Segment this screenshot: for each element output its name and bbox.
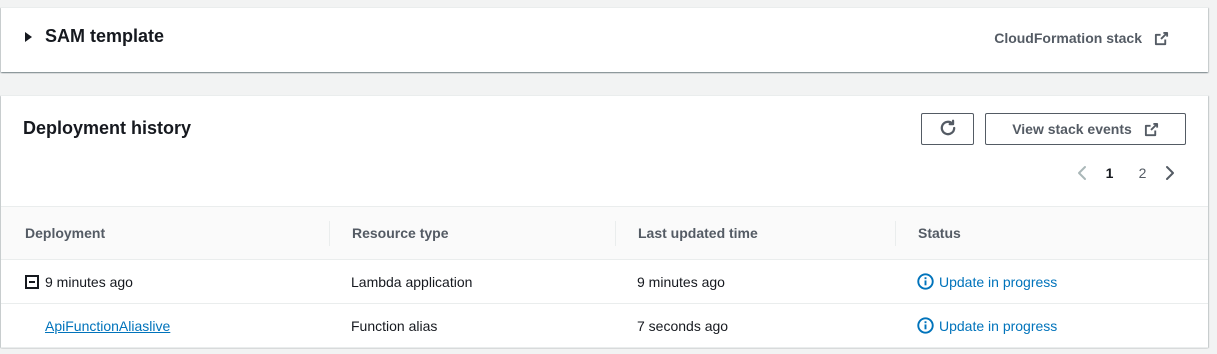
sam-template-toggle[interactable]: SAM template: [25, 26, 164, 47]
deployment-table: Deployment Resource type Last updated ti…: [1, 206, 1208, 348]
status-indicator: Update in progress: [917, 273, 1057, 290]
info-icon: [917, 317, 934, 334]
deployment-cell: 9 minutes ago: [1, 260, 330, 303]
table-row: ApiFunctionAliaslive Function alias 7 se…: [1, 304, 1208, 348]
resource-type-cell: Lambda application: [351, 273, 473, 290]
page-2[interactable]: 2: [1126, 165, 1159, 181]
sam-template-panel: SAM template CloudFormation stack: [1, 7, 1208, 72]
collapse-minus-icon[interactable]: [25, 274, 39, 289]
external-link-icon: [1144, 122, 1159, 137]
column-label: Resource type: [352, 225, 449, 241]
column-header-deployment: Deployment: [1, 207, 330, 259]
refresh-button[interactable]: [921, 113, 974, 145]
caret-right-icon: [25, 31, 32, 42]
view-stack-events-button[interactable]: View stack events: [985, 113, 1186, 145]
column-header-last-updated: Last updated time: [616, 207, 896, 259]
status-cell: Update in progress: [896, 304, 1208, 347]
function-alias-link[interactable]: ApiFunctionAliaslive: [45, 318, 170, 334]
pagination: 1 2: [1071, 161, 1181, 185]
chevron-left-icon[interactable]: [1071, 162, 1093, 184]
table-header: Deployment Resource type Last updated ti…: [1, 207, 1208, 260]
cloudformation-stack-label: CloudFormation stack: [994, 30, 1142, 46]
status-text: Update in progress: [939, 317, 1058, 334]
deployment-time: 9 minutes ago: [45, 273, 133, 290]
column-label: Last updated time: [638, 225, 758, 241]
refresh-icon: [939, 119, 957, 140]
deployment-cell: ApiFunctionAliaslive: [1, 304, 330, 347]
last-updated-cell: 9 minutes ago: [637, 273, 725, 290]
status-text: Update in progress: [939, 273, 1058, 290]
sam-template-title: SAM template: [45, 26, 165, 46]
status-cell: Update in progress: [896, 260, 1208, 303]
page-1[interactable]: 1: [1093, 165, 1126, 181]
chevron-right-icon[interactable]: [1159, 162, 1181, 184]
last-updated-cell: 7 seconds ago: [637, 317, 729, 334]
info-icon: [917, 273, 934, 290]
column-label: Status: [918, 225, 961, 241]
table-row: 9 minutes ago Lambda application 9 minut…: [1, 260, 1208, 304]
resource-type-cell: Function alias: [351, 317, 438, 334]
column-label: Deployment: [25, 225, 106, 241]
deployment-history-title: Deployment history: [23, 118, 192, 138]
column-header-status: Status: [896, 207, 1208, 259]
deployment-history-panel: Deployment history View stack events 1 2…: [1, 95, 1208, 348]
column-header-resource-type: Resource type: [330, 207, 616, 259]
status-indicator: Update in progress: [917, 317, 1057, 334]
external-link-icon: [1154, 31, 1169, 46]
cloudformation-stack-link[interactable]: CloudFormation stack: [994, 30, 1169, 46]
view-stack-events-label: View stack events: [1012, 121, 1132, 137]
